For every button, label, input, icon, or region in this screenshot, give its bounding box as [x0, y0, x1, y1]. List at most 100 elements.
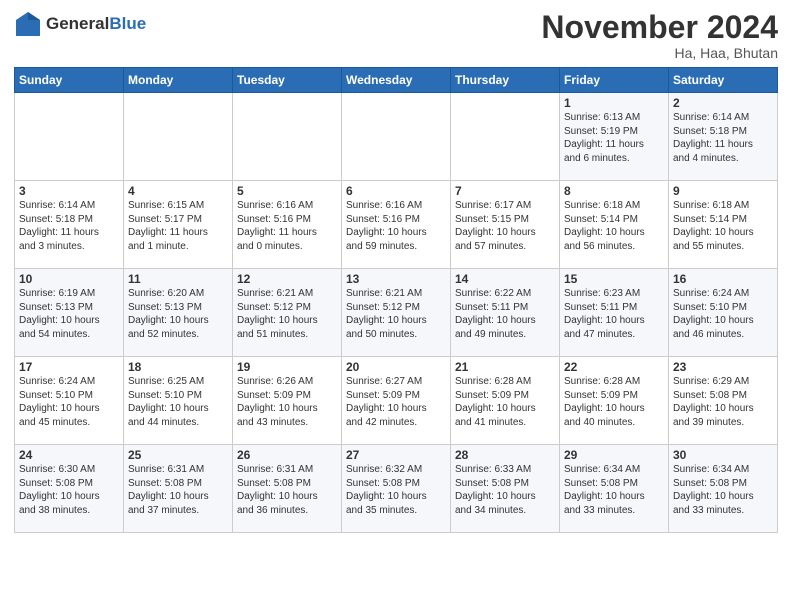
calendar-cell: 18Sunrise: 6:25 AM Sunset: 5:10 PM Dayli… — [124, 357, 233, 445]
day-number: 1 — [564, 96, 664, 110]
day-info: Sunrise: 6:28 AM Sunset: 5:09 PM Dayligh… — [564, 375, 664, 429]
day-number: 5 — [237, 184, 337, 198]
day-info: Sunrise: 6:22 AM Sunset: 5:11 PM Dayligh… — [455, 287, 555, 341]
calendar-cell — [233, 93, 342, 181]
day-info: Sunrise: 6:33 AM Sunset: 5:08 PM Dayligh… — [455, 463, 555, 517]
weekday-header: Wednesday — [342, 68, 451, 93]
calendar-cell: 1Sunrise: 6:13 AM Sunset: 5:19 PM Daylig… — [560, 93, 669, 181]
logo: GeneralBlue — [14, 10, 146, 38]
calendar-cell: 20Sunrise: 6:27 AM Sunset: 5:09 PM Dayli… — [342, 357, 451, 445]
day-number: 2 — [673, 96, 773, 110]
day-number: 3 — [19, 184, 119, 198]
calendar-cell: 14Sunrise: 6:22 AM Sunset: 5:11 PM Dayli… — [451, 269, 560, 357]
day-number: 30 — [673, 448, 773, 462]
day-info: Sunrise: 6:26 AM Sunset: 5:09 PM Dayligh… — [237, 375, 337, 429]
calendar-cell: 19Sunrise: 6:26 AM Sunset: 5:09 PM Dayli… — [233, 357, 342, 445]
calendar-cell: 7Sunrise: 6:17 AM Sunset: 5:15 PM Daylig… — [451, 181, 560, 269]
calendar-cell — [342, 93, 451, 181]
weekday-header: Thursday — [451, 68, 560, 93]
day-info: Sunrise: 6:21 AM Sunset: 5:12 PM Dayligh… — [237, 287, 337, 341]
day-number: 6 — [346, 184, 446, 198]
day-info: Sunrise: 6:17 AM Sunset: 5:15 PM Dayligh… — [455, 199, 555, 253]
weekday-row: SundayMondayTuesdayWednesdayThursdayFrid… — [15, 68, 778, 93]
day-number: 9 — [673, 184, 773, 198]
header: GeneralBlue November 2024 Ha, Haa, Bhuta… — [14, 10, 778, 61]
calendar-cell: 25Sunrise: 6:31 AM Sunset: 5:08 PM Dayli… — [124, 445, 233, 533]
calendar-cell: 24Sunrise: 6:30 AM Sunset: 5:08 PM Dayli… — [15, 445, 124, 533]
calendar-cell: 27Sunrise: 6:32 AM Sunset: 5:08 PM Dayli… — [342, 445, 451, 533]
day-info: Sunrise: 6:14 AM Sunset: 5:18 PM Dayligh… — [673, 111, 773, 165]
day-number: 18 — [128, 360, 228, 374]
weekday-header: Friday — [560, 68, 669, 93]
day-number: 12 — [237, 272, 337, 286]
location: Ha, Haa, Bhutan — [541, 45, 778, 61]
day-info: Sunrise: 6:29 AM Sunset: 5:08 PM Dayligh… — [673, 375, 773, 429]
calendar-week-row: 10Sunrise: 6:19 AM Sunset: 5:13 PM Dayli… — [15, 269, 778, 357]
day-number: 26 — [237, 448, 337, 462]
weekday-header: Sunday — [15, 68, 124, 93]
calendar-cell: 26Sunrise: 6:31 AM Sunset: 5:08 PM Dayli… — [233, 445, 342, 533]
calendar-cell: 15Sunrise: 6:23 AM Sunset: 5:11 PM Dayli… — [560, 269, 669, 357]
calendar-cell: 17Sunrise: 6:24 AM Sunset: 5:10 PM Dayli… — [15, 357, 124, 445]
day-number: 21 — [455, 360, 555, 374]
logo-text: GeneralBlue — [46, 15, 146, 34]
day-number: 7 — [455, 184, 555, 198]
calendar-cell: 29Sunrise: 6:34 AM Sunset: 5:08 PM Dayli… — [560, 445, 669, 533]
weekday-header: Saturday — [669, 68, 778, 93]
day-info: Sunrise: 6:16 AM Sunset: 5:16 PM Dayligh… — [237, 199, 337, 253]
day-number: 10 — [19, 272, 119, 286]
day-number: 22 — [564, 360, 664, 374]
calendar-header: SundayMondayTuesdayWednesdayThursdayFrid… — [15, 68, 778, 93]
day-number: 29 — [564, 448, 664, 462]
day-info: Sunrise: 6:23 AM Sunset: 5:11 PM Dayligh… — [564, 287, 664, 341]
weekday-header: Tuesday — [233, 68, 342, 93]
day-info: Sunrise: 6:18 AM Sunset: 5:14 PM Dayligh… — [673, 199, 773, 253]
day-number: 24 — [19, 448, 119, 462]
calendar-page: GeneralBlue November 2024 Ha, Haa, Bhuta… — [0, 0, 792, 612]
day-number: 13 — [346, 272, 446, 286]
calendar-cell: 2Sunrise: 6:14 AM Sunset: 5:18 PM Daylig… — [669, 93, 778, 181]
day-info: Sunrise: 6:14 AM Sunset: 5:18 PM Dayligh… — [19, 199, 119, 253]
day-number: 11 — [128, 272, 228, 286]
calendar-week-row: 24Sunrise: 6:30 AM Sunset: 5:08 PM Dayli… — [15, 445, 778, 533]
day-info: Sunrise: 6:27 AM Sunset: 5:09 PM Dayligh… — [346, 375, 446, 429]
day-number: 23 — [673, 360, 773, 374]
logo-icon — [14, 10, 42, 38]
day-info: Sunrise: 6:32 AM Sunset: 5:08 PM Dayligh… — [346, 463, 446, 517]
day-info: Sunrise: 6:19 AM Sunset: 5:13 PM Dayligh… — [19, 287, 119, 341]
day-info: Sunrise: 6:13 AM Sunset: 5:19 PM Dayligh… — [564, 111, 664, 165]
calendar-cell: 3Sunrise: 6:14 AM Sunset: 5:18 PM Daylig… — [15, 181, 124, 269]
day-number: 25 — [128, 448, 228, 462]
logo-blue: Blue — [109, 14, 146, 33]
calendar-cell: 21Sunrise: 6:28 AM Sunset: 5:09 PM Dayli… — [451, 357, 560, 445]
calendar-week-row: 17Sunrise: 6:24 AM Sunset: 5:10 PM Dayli… — [15, 357, 778, 445]
day-info: Sunrise: 6:31 AM Sunset: 5:08 PM Dayligh… — [128, 463, 228, 517]
calendar-week-row: 1Sunrise: 6:13 AM Sunset: 5:19 PM Daylig… — [15, 93, 778, 181]
calendar-cell: 13Sunrise: 6:21 AM Sunset: 5:12 PM Dayli… — [342, 269, 451, 357]
calendar-cell — [124, 93, 233, 181]
day-info: Sunrise: 6:25 AM Sunset: 5:10 PM Dayligh… — [128, 375, 228, 429]
logo-general: General — [46, 14, 109, 33]
day-number: 15 — [564, 272, 664, 286]
day-number: 4 — [128, 184, 228, 198]
calendar-cell: 11Sunrise: 6:20 AM Sunset: 5:13 PM Dayli… — [124, 269, 233, 357]
day-info: Sunrise: 6:21 AM Sunset: 5:12 PM Dayligh… — [346, 287, 446, 341]
day-info: Sunrise: 6:18 AM Sunset: 5:14 PM Dayligh… — [564, 199, 664, 253]
calendar-cell — [451, 93, 560, 181]
day-info: Sunrise: 6:16 AM Sunset: 5:16 PM Dayligh… — [346, 199, 446, 253]
calendar-cell: 30Sunrise: 6:34 AM Sunset: 5:08 PM Dayli… — [669, 445, 778, 533]
calendar-cell: 4Sunrise: 6:15 AM Sunset: 5:17 PM Daylig… — [124, 181, 233, 269]
day-info: Sunrise: 6:31 AM Sunset: 5:08 PM Dayligh… — [237, 463, 337, 517]
calendar-cell: 9Sunrise: 6:18 AM Sunset: 5:14 PM Daylig… — [669, 181, 778, 269]
calendar-cell: 5Sunrise: 6:16 AM Sunset: 5:16 PM Daylig… — [233, 181, 342, 269]
day-number: 14 — [455, 272, 555, 286]
title-block: November 2024 Ha, Haa, Bhutan — [541, 10, 778, 61]
calendar-cell: 28Sunrise: 6:33 AM Sunset: 5:08 PM Dayli… — [451, 445, 560, 533]
calendar-cell: 6Sunrise: 6:16 AM Sunset: 5:16 PM Daylig… — [342, 181, 451, 269]
day-info: Sunrise: 6:20 AM Sunset: 5:13 PM Dayligh… — [128, 287, 228, 341]
calendar-cell: 8Sunrise: 6:18 AM Sunset: 5:14 PM Daylig… — [560, 181, 669, 269]
day-info: Sunrise: 6:15 AM Sunset: 5:17 PM Dayligh… — [128, 199, 228, 253]
day-number: 17 — [19, 360, 119, 374]
month-title: November 2024 — [541, 10, 778, 45]
day-number: 28 — [455, 448, 555, 462]
